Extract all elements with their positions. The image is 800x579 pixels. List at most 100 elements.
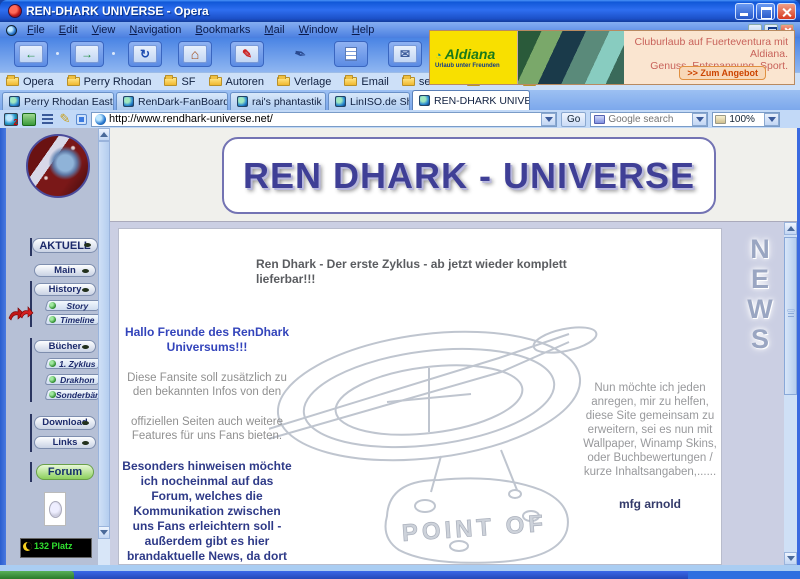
tab-label: rai's phantastik ecke xyxy=(252,96,326,108)
home-button[interactable]: ⌂ xyxy=(178,41,212,67)
menu-mail[interactable]: Mail xyxy=(264,24,284,36)
sidebar-item-timeline[interactable]: Timeline xyxy=(44,314,101,325)
bookmark-label: Perry Rhodan xyxy=(84,76,152,88)
scroll-up-arrow[interactable] xyxy=(98,128,110,141)
minimize-button[interactable] xyxy=(735,3,754,20)
pen-icon[interactable]: ✎ xyxy=(58,113,72,126)
greeting-heading: Hallo Freunde des RenDhark Universums!!! xyxy=(121,325,293,355)
ad-cta-button[interactable]: >> Zum Angebot xyxy=(679,66,766,80)
folder-icon xyxy=(277,77,290,86)
mail-button[interactable]: ✉ xyxy=(388,41,422,67)
menu-view[interactable]: View xyxy=(92,24,116,36)
menu-window[interactable]: Window xyxy=(299,24,338,36)
page-body-frame: Ren Dhark - Der erste Zyklus - ab jetzt … xyxy=(110,222,797,565)
red-pen-icon: ✎ xyxy=(235,45,259,63)
window-title: REN-DHARK UNIVERSE - Opera xyxy=(26,4,209,18)
scrollbar-thumb[interactable] xyxy=(784,237,797,395)
menu-bookmarks[interactable]: Bookmarks xyxy=(195,24,250,36)
tab-rais-phantastik[interactable]: rai's phantastik ecke xyxy=(230,92,326,110)
start-button[interactable] xyxy=(0,571,74,579)
sidebar-item-history[interactable]: History xyxy=(34,283,96,296)
back-button[interactable]: ← xyxy=(14,41,48,67)
scroll-up-arrow[interactable] xyxy=(784,222,797,235)
opera-logo-icon xyxy=(8,4,22,18)
page-content: REN DHARK - UNIVERSE Ren Dhark - Der ers… xyxy=(110,128,797,565)
bookmark-folder-sf[interactable]: SF xyxy=(164,76,195,88)
bookmark-folder-opera[interactable]: Opera xyxy=(6,76,54,88)
go-button[interactable]: Go xyxy=(561,112,586,127)
globe-icon xyxy=(6,25,17,36)
sidebar-item-sonderbaende[interactable]: Sonderbände xyxy=(44,389,101,400)
taskbar-tray-area xyxy=(688,571,800,579)
ad-banner[interactable]: Aldiana Urlaub unter Freunden Cluburlaub… xyxy=(429,30,795,85)
page-scrollbar[interactable] xyxy=(784,222,797,565)
page-icon xyxy=(335,96,346,107)
menu-help[interactable]: Help xyxy=(352,24,375,36)
search-input[interactable] xyxy=(608,114,692,125)
sidebar-item-forum[interactable]: Forum xyxy=(36,464,94,480)
sidebar-item-1-zyklus[interactable]: 1. Zyklus xyxy=(44,358,101,369)
url-input[interactable] xyxy=(109,113,541,126)
close-button[interactable] xyxy=(777,3,796,20)
news-letter: N xyxy=(740,234,780,264)
scrollbar-thumb[interactable] xyxy=(98,141,110,539)
sidebar-item-drakhon[interactable]: Drakhon xyxy=(44,374,101,385)
sidebar-item-download[interactable]: Download xyxy=(34,416,96,430)
forum-note-paragraph: Besonders hinweisen möchte ich nocheinma… xyxy=(121,459,293,565)
bookmark-folder-email[interactable]: Email xyxy=(344,76,389,88)
scroll-down-arrow[interactable] xyxy=(784,552,797,565)
bookmark-folder-autoren[interactable]: Autoren xyxy=(209,76,265,88)
tab-perry-rhodan[interactable]: Perry Rhodan Eastsid... xyxy=(2,92,114,110)
menu-file[interactable]: File xyxy=(27,24,45,36)
sidebar-item-label: Timeline xyxy=(56,315,99,325)
tab-rendark-fanboard[interactable]: RenDark-FanBoard :: ... xyxy=(116,92,228,110)
print-button[interactable]: ✎ xyxy=(230,41,264,67)
reload-button[interactable]: ↻ xyxy=(128,41,162,67)
search-dropdown-button[interactable] xyxy=(692,113,707,126)
fan-badge-image[interactable] xyxy=(44,492,66,526)
sidebar-item-buecher[interactable]: Bücher xyxy=(34,340,96,353)
lines-icon[interactable] xyxy=(40,113,54,126)
bookmark-label: Autoren xyxy=(226,76,265,88)
sidebar-item-main[interactable]: Main xyxy=(34,264,96,277)
red-arrow-pointer-icon xyxy=(8,304,34,322)
ad-text-line1: Cluburlaub auf Fuerteventura mit Aldiana… xyxy=(628,36,788,60)
menu-edit[interactable]: Edit xyxy=(59,24,78,36)
scroll-down-arrow[interactable] xyxy=(98,526,110,539)
topsites-counter-banner[interactable]: 132 Platz xyxy=(20,538,92,558)
title-bar[interactable]: REN-DHARK UNIVERSE - Opera xyxy=(0,0,800,22)
main-toolbar: ← → ↻ ⌂ ✎ ✒ ✉ Aldiana Urlaub unter Freun… xyxy=(0,38,800,90)
right-text-column: Nun möchte ich jeden anregen, mir zu hel… xyxy=(581,381,719,511)
tab-ren-dhark-universe[interactable]: REN-DHARK UNIVERSE xyxy=(412,90,530,110)
bookmark-folder-verlage[interactable]: Verlage xyxy=(277,76,331,88)
images-toggle-icon[interactable] xyxy=(22,113,36,126)
search-box xyxy=(590,112,708,127)
url-dropdown-button[interactable] xyxy=(541,113,556,126)
page-title: REN DHARK - UNIVERSE xyxy=(224,139,714,212)
windows-taskbar xyxy=(0,571,800,579)
globe-badge-icon[interactable]: 2 xyxy=(4,113,18,126)
tab-liniso-shop[interactable]: LinISO.de Shop xyxy=(328,92,410,110)
bookmark-folder-perry-rhodan[interactable]: Perry Rhodan xyxy=(67,76,152,88)
sidebar-item-story[interactable]: Story xyxy=(44,300,101,311)
home-icon: ⌂ xyxy=(183,45,207,63)
sidebar-item-aktuell[interactable]: AKTUELL xyxy=(32,238,98,253)
opera-browser-window: REN-DHARK UNIVERSE - Opera File Edit Vie… xyxy=(0,0,800,579)
ad-brand-name: Aldiana xyxy=(435,46,517,62)
notes-button[interactable] xyxy=(334,41,368,67)
forward-button[interactable]: → xyxy=(70,41,104,67)
page-header-box: REN DHARK - UNIVERSE xyxy=(222,137,716,214)
menu-navigation[interactable]: Navigation xyxy=(129,24,181,36)
sidebar-scrollbar[interactable] xyxy=(98,128,110,565)
counter-rank: 132 Platz xyxy=(34,541,73,551)
frame-toggle-icon[interactable] xyxy=(76,114,87,125)
url-field-wrap xyxy=(91,112,557,127)
ad-photo xyxy=(518,31,624,84)
sidebar-item-links[interactable]: Links xyxy=(34,436,96,449)
wand-button[interactable]: ✒ xyxy=(283,41,317,67)
restore-button[interactable] xyxy=(756,3,775,20)
announcement: Ren Dhark - Der erste Zyklus - ab jetzt … xyxy=(256,257,596,287)
folder-icon xyxy=(344,77,357,86)
zoom-dropdown-button[interactable] xyxy=(764,113,779,126)
moon-sketch-icon xyxy=(49,501,62,518)
